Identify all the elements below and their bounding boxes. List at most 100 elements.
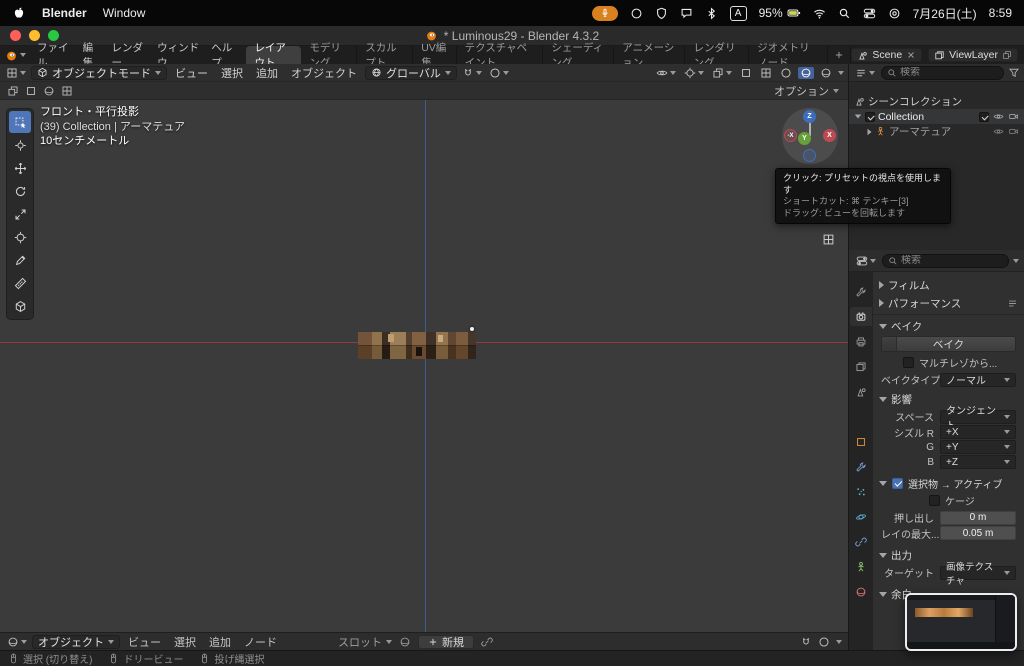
space-dropdown[interactable]: タンジェント — [940, 406, 1016, 432]
menu-window[interactable]: ウィンドウ — [151, 42, 205, 69]
swizzle-r-dropdown[interactable]: +X — [940, 425, 1016, 439]
siri-icon[interactable] — [888, 7, 901, 20]
battery-indicator[interactable]: 95% — [759, 6, 801, 20]
viewport-menu-object[interactable]: オブジェクト — [286, 65, 362, 81]
menubar-window-menu[interactable]: Window — [103, 6, 146, 20]
properties-tab-modifiers[interactable] — [850, 457, 872, 476]
gizmo-x-axis[interactable]: X — [823, 129, 836, 142]
rotate-tool[interactable] — [9, 180, 31, 202]
viewlayer-selector[interactable]: ViewLayer — [928, 48, 1019, 62]
multires-checkbox[interactable] — [903, 357, 914, 368]
tab-uv-editing[interactable]: UV編集 — [413, 42, 457, 69]
menubar-date[interactable]: 7月26日(土) — [913, 5, 977, 22]
tab-modeling[interactable]: モデリング — [301, 42, 358, 69]
new-material-button[interactable]: 新規 — [418, 634, 474, 649]
filter-funnel-icon[interactable] — [1008, 67, 1020, 79]
shader-menu-select[interactable]: 選択 — [169, 634, 201, 650]
properties-editor-type-button[interactable] — [854, 255, 878, 267]
navigation-gizmo[interactable]: Z X -X Y — [782, 108, 838, 164]
properties-tab-object[interactable] — [850, 432, 872, 451]
spotlight-search-icon[interactable] — [838, 7, 851, 20]
properties-search-input[interactable] — [901, 255, 1003, 266]
shading-material-button[interactable] — [798, 66, 814, 79]
shader-menu-node[interactable]: ノード — [239, 634, 282, 650]
transform-orientation-dropdown[interactable]: グローバル — [365, 65, 457, 80]
selectable-checkbox[interactable] — [979, 111, 989, 122]
properties-tab-world[interactable] — [850, 407, 872, 426]
snap-grid-icon[interactable] — [800, 636, 812, 648]
shield-icon[interactable] — [655, 7, 668, 20]
menu-file[interactable]: ファイル — [31, 42, 77, 69]
properties-tab-scene[interactable] — [850, 382, 872, 401]
mode-dropdown[interactable]: オブジェクトモード — [31, 65, 167, 80]
microphone-indicator[interactable] — [591, 5, 618, 21]
tab-geometry-nodes[interactable]: ジオメトリノード — [749, 42, 829, 69]
outliner-row-collection[interactable]: Collection — [849, 109, 1024, 124]
outliner-editor-type-button[interactable] — [853, 67, 877, 79]
chevron-down-icon[interactable] — [836, 639, 842, 644]
ray-distance-value-field[interactable]: 0.05 m — [940, 526, 1016, 540]
new-viewlayer-icon[interactable] — [1002, 50, 1012, 60]
move-tool[interactable] — [9, 157, 31, 179]
shader-menu-view[interactable]: ビュー — [123, 634, 166, 650]
wifi-icon[interactable] — [813, 7, 826, 20]
apple-menu-icon[interactable] — [12, 6, 26, 20]
properties-tab-render[interactable] — [850, 307, 872, 326]
menu-render[interactable]: レンダー — [105, 42, 151, 69]
shader-type-dropdown[interactable]: オブジェクト — [32, 634, 120, 649]
proportional-editing-toggle[interactable] — [487, 67, 511, 79]
toggle-perspective-icon[interactable] — [822, 233, 835, 246]
shading-options-chevron-icon[interactable] — [838, 70, 844, 75]
properties-tab-output[interactable] — [850, 332, 872, 351]
tab-texture-paint[interactable]: テクスチャペイント — [457, 42, 544, 69]
blender-menu-button[interactable] — [0, 49, 31, 62]
properties-tab-material[interactable] — [850, 582, 872, 601]
target-dropdown[interactable]: 画像テクスチャ — [940, 562, 1016, 587]
transform-tool[interactable] — [9, 226, 31, 248]
selected-to-active-checkbox[interactable] — [892, 477, 903, 489]
outliner-search-input[interactable] — [900, 67, 998, 78]
chat-bubble-icon[interactable] — [680, 7, 693, 20]
viewport-menu-view[interactable]: ビュー — [170, 65, 213, 81]
scene-selector[interactable]: Scene — [851, 48, 923, 62]
properties-tab-object-data[interactable] — [850, 557, 872, 576]
viewport-menu-select[interactable]: 選択 — [216, 65, 248, 81]
presets-list-icon[interactable] — [1007, 298, 1018, 309]
zoom-button[interactable] — [48, 30, 59, 41]
tool-setting-grid-icon[interactable] — [61, 85, 73, 97]
viewport-3d[interactable]: フロント・平行投影 (39) Collection | アーマテュア 10センチ… — [0, 100, 848, 632]
cursor-tool[interactable] — [9, 134, 31, 156]
expand-arrow-icon[interactable] — [854, 114, 862, 119]
shading-solid-button[interactable] — [778, 67, 794, 79]
menubar-time[interactable]: 8:59 — [989, 6, 1012, 20]
extrusion-value-field[interactable]: 0 m — [940, 510, 1016, 525]
tab-shading[interactable]: シェーディング — [543, 42, 615, 69]
properties-tab-constraints[interactable] — [850, 532, 872, 551]
shader-editor-type-button[interactable] — [5, 636, 29, 648]
gizmo-z-axis[interactable]: Z — [803, 110, 816, 123]
select-box-tool[interactable] — [9, 111, 31, 133]
bake-panel-header[interactable]: ベイク — [873, 317, 1024, 335]
properties-tab-tool[interactable] — [850, 282, 872, 301]
render-visibility-icon[interactable] — [1008, 111, 1019, 122]
slot-dropdown[interactable]: スロット — [338, 634, 392, 650]
menubar-app-name[interactable]: Blender — [42, 6, 87, 20]
cage-checkbox[interactable] — [929, 495, 940, 506]
tool-setting-layers-icon[interactable] — [7, 85, 19, 97]
menu-extra-circle-icon[interactable] — [630, 7, 643, 20]
unlink-scene-icon[interactable] — [906, 50, 916, 60]
collapse-arrow-icon[interactable] — [867, 128, 872, 135]
gizmo-negative-z-axis[interactable] — [803, 149, 816, 162]
performance-panel-header[interactable]: パフォーマンス — [873, 294, 1024, 312]
tool-setting-square-icon[interactable] — [25, 85, 37, 97]
properties-options-chevron-icon[interactable] — [1013, 258, 1019, 263]
tool-setting-sphere-icon[interactable] — [43, 85, 55, 97]
scale-tool[interactable] — [9, 203, 31, 225]
properties-tab-view-layer[interactable] — [850, 357, 872, 376]
link-icon[interactable] — [481, 636, 493, 648]
collection-enable-checkbox[interactable] — [865, 111, 875, 122]
app-window-preview[interactable] — [905, 593, 1017, 651]
properties-tab-physics[interactable] — [850, 507, 872, 526]
add-cube-tool[interactable] — [9, 295, 31, 317]
add-workspace-button[interactable] — [828, 46, 852, 64]
